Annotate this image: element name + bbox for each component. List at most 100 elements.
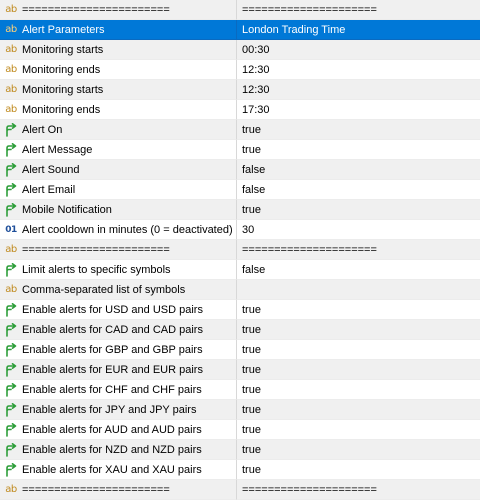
parameter-value[interactable]: ===================== xyxy=(237,0,480,20)
parameter-value[interactable]: true xyxy=(237,440,480,460)
parameter-row[interactable]: Enable alerts for NZD and NZD pairs true xyxy=(0,440,480,460)
parameter-name: Enable alerts for EUR and EUR pairs xyxy=(22,363,203,376)
parameter-name-cell[interactable]: Enable alerts for XAU and XAU pairs xyxy=(0,460,237,480)
parameter-row[interactable]: Limit alerts to specific symbols false xyxy=(0,260,480,280)
string-type-icon: ab xyxy=(5,244,17,255)
parameter-row[interactable]: Enable alerts for AUD and AUD pairs true xyxy=(0,420,480,440)
parameter-row[interactable]: Enable alerts for CHF and CHF pairs true xyxy=(0,380,480,400)
parameter-name-cell[interactable]: ab Alert Parameters xyxy=(0,20,237,40)
parameter-value[interactable]: London Trading Time xyxy=(237,20,480,40)
parameter-name-cell[interactable]: ab ======================= xyxy=(0,240,237,260)
parameter-name-cell[interactable]: ab Monitoring ends xyxy=(0,60,237,80)
parameter-row[interactable]: Enable alerts for GBP and GBP pairs true xyxy=(0,340,480,360)
parameter-name-cell[interactable]: Enable alerts for CHF and CHF pairs xyxy=(0,380,237,400)
parameter-row[interactable]: Alert Sound false xyxy=(0,160,480,180)
parameter-name-cell[interactable]: Enable alerts for GBP and GBP pairs xyxy=(0,340,237,360)
parameter-name-cell[interactable]: Enable alerts for JPY and JPY pairs xyxy=(0,400,237,420)
boolean-type-icon xyxy=(4,442,18,457)
parameter-name: ======================= xyxy=(22,483,170,496)
parameter-value[interactable]: true xyxy=(237,460,480,480)
parameter-name-cell[interactable]: Alert Sound xyxy=(0,160,237,180)
parameter-value[interactable]: 17:30 xyxy=(237,100,480,120)
parameter-name: Alert Email xyxy=(22,183,76,196)
parameter-row[interactable]: ab Monitoring ends 17:30 xyxy=(0,100,480,120)
parameter-row[interactable]: Alert Message true xyxy=(0,140,480,160)
boolean-type-icon xyxy=(4,302,18,317)
parameter-name-cell[interactable]: ab Comma-separated list of symbols xyxy=(0,280,237,300)
parameter-value[interactable]: true xyxy=(237,380,480,400)
boolean-type-icon xyxy=(4,382,18,397)
parameter-row[interactable]: Enable alerts for EUR and EUR pairs true xyxy=(0,360,480,380)
parameter-row[interactable]: ab ======================= ===============… xyxy=(0,480,480,500)
parameter-row[interactable]: 01 Alert cooldown in minutes (0 = deactiv… xyxy=(0,220,480,240)
parameter-value[interactable]: true xyxy=(237,200,480,220)
parameter-name-cell[interactable]: ab Monitoring starts xyxy=(0,40,237,60)
parameter-value[interactable]: true xyxy=(237,120,480,140)
parameter-row[interactable]: ab Alert Parameters London Trading Time xyxy=(0,20,480,40)
parameter-row[interactable]: Alert On true xyxy=(0,120,480,140)
parameter-name: ======================= xyxy=(22,3,170,16)
parameter-name-cell[interactable]: ab Monitoring ends xyxy=(0,100,237,120)
parameter-name-cell[interactable]: Limit alerts to specific symbols xyxy=(0,260,237,280)
parameter-value[interactable]: true xyxy=(237,340,480,360)
parameter-name-cell[interactable]: Enable alerts for USD and USD pairs xyxy=(0,300,237,320)
parameter-row[interactable]: ab ======================= ===============… xyxy=(0,0,480,20)
parameter-row[interactable]: ab Monitoring ends 12:30 xyxy=(0,60,480,80)
parameter-value[interactable]: false xyxy=(237,160,480,180)
parameter-row[interactable]: ab Monitoring starts 00:30 xyxy=(0,40,480,60)
boolean-type-icon xyxy=(4,202,18,217)
parameter-name-cell[interactable]: 01 Alert cooldown in minutes (0 = deactiv… xyxy=(0,220,237,240)
parameter-value[interactable]: true xyxy=(237,420,480,440)
parameter-value[interactable]: true xyxy=(237,140,480,160)
parameter-name: Monitoring starts xyxy=(22,43,104,56)
string-type-icon: ab xyxy=(5,284,17,295)
parameter-value[interactable]: true xyxy=(237,400,480,420)
parameter-row[interactable]: ab Monitoring starts 12:30 xyxy=(0,80,480,100)
parameter-name: Enable alerts for AUD and AUD pairs xyxy=(22,423,202,436)
parameter-value[interactable]: 30 xyxy=(237,220,480,240)
parameter-name: Alert Sound xyxy=(22,163,80,176)
parameter-name-cell[interactable]: ab ======================= xyxy=(0,480,237,500)
parameter-row[interactable]: Alert Email false xyxy=(0,180,480,200)
parameter-value[interactable]: 12:30 xyxy=(237,80,480,100)
parameter-name-cell[interactable]: Enable alerts for EUR and EUR pairs xyxy=(0,360,237,380)
parameter-name: Alert On xyxy=(22,123,63,136)
parameter-row[interactable]: Mobile Notification true xyxy=(0,200,480,220)
parameter-name-cell[interactable]: Enable alerts for NZD and NZD pairs xyxy=(0,440,237,460)
parameter-value[interactable]: 12:30 xyxy=(237,60,480,80)
boolean-type-icon xyxy=(4,402,18,417)
parameter-row[interactable]: Enable alerts for JPY and JPY pairs true xyxy=(0,400,480,420)
parameter-row[interactable]: Enable alerts for USD and USD pairs true xyxy=(0,300,480,320)
parameter-value[interactable]: true xyxy=(237,360,480,380)
parameter-name-cell[interactable]: Enable alerts for CAD and CAD pairs xyxy=(0,320,237,340)
boolean-type-icon xyxy=(4,322,18,337)
parameter-value[interactable]: ===================== xyxy=(237,240,480,260)
parameter-value[interactable] xyxy=(237,280,480,300)
parameter-row[interactable]: ab ======================= ===============… xyxy=(0,240,480,260)
parameter-name: Alert cooldown in minutes (0 = deactivat… xyxy=(22,223,233,236)
parameter-name-cell[interactable]: ab Monitoring starts xyxy=(0,80,237,100)
boolean-type-icon xyxy=(4,362,18,377)
parameter-name: Limit alerts to specific symbols xyxy=(22,263,171,276)
parameter-value[interactable]: false xyxy=(237,260,480,280)
parameter-row[interactable]: ab Comma-separated list of symbols xyxy=(0,280,480,300)
parameter-value[interactable]: false xyxy=(237,180,480,200)
parameter-name-cell[interactable]: Enable alerts for AUD and AUD pairs xyxy=(0,420,237,440)
parameter-row[interactable]: Enable alerts for XAU and XAU pairs true xyxy=(0,460,480,480)
string-type-icon: ab xyxy=(5,484,17,495)
parameter-name-cell[interactable]: ab ======================= xyxy=(0,0,237,20)
parameter-name-cell[interactable]: Alert On xyxy=(0,120,237,140)
parameter-value[interactable]: true xyxy=(237,320,480,340)
parameter-value[interactable]: ===================== xyxy=(237,480,480,500)
parameter-name-cell[interactable]: Alert Message xyxy=(0,140,237,160)
parameter-value[interactable]: true xyxy=(237,300,480,320)
boolean-type-icon xyxy=(4,142,18,157)
parameter-name: Alert Parameters xyxy=(22,23,105,36)
boolean-type-icon xyxy=(4,262,18,277)
string-type-icon: ab xyxy=(5,64,17,75)
parameter-row[interactable]: Enable alerts for CAD and CAD pairs true xyxy=(0,320,480,340)
parameter-name-cell[interactable]: Alert Email xyxy=(0,180,237,200)
parameter-value[interactable]: 00:30 xyxy=(237,40,480,60)
parameter-name-cell[interactable]: Mobile Notification xyxy=(0,200,237,220)
boolean-type-icon xyxy=(4,342,18,357)
